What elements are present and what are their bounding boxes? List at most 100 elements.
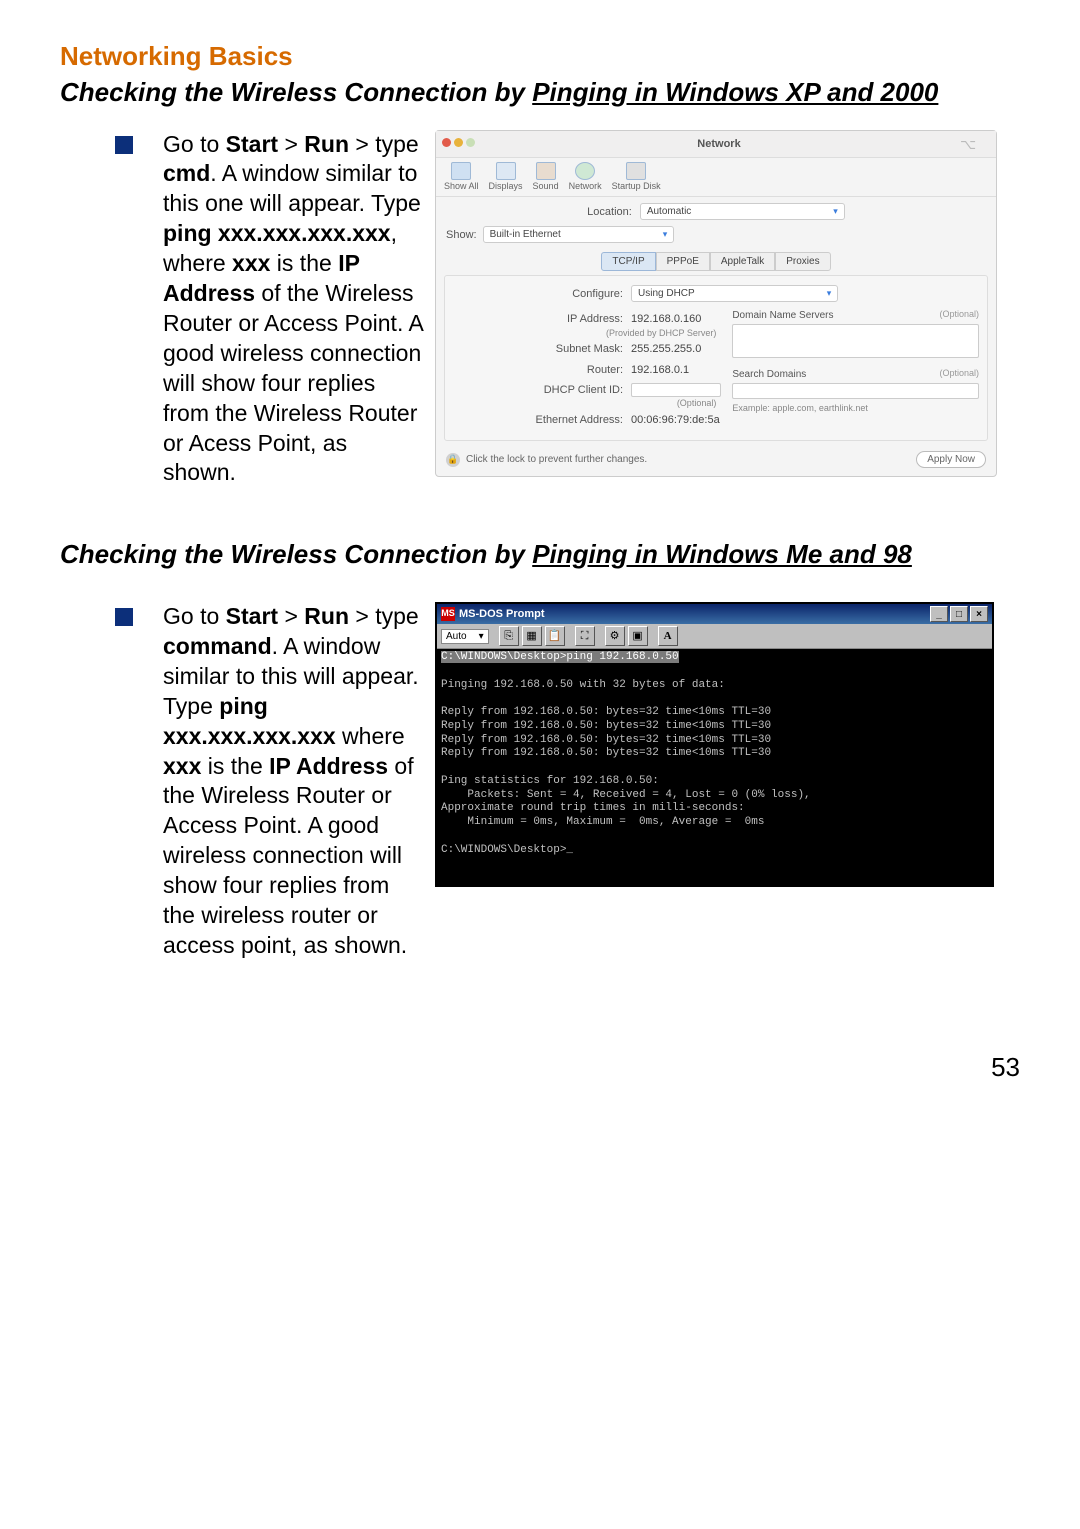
txt-bold: xxx [163, 753, 201, 779]
val: Built-in Ethernet [490, 228, 561, 241]
sound-icon[interactable]: Sound [533, 162, 559, 193]
eth-value: 00:06:96:79:de:5a [631, 413, 720, 427]
toolbar-btn[interactable]: ⚙ [605, 626, 625, 646]
network-tabs: TCP/IP PPPoE AppleTalk Proxies [436, 252, 996, 271]
router-label: Router: [453, 363, 631, 377]
l: Reply from 192.168.0.50: bytes=32 time<1… [441, 706, 771, 718]
tab-proxies[interactable]: Proxies [775, 252, 830, 271]
l: Reply from 192.168.0.50: bytes=32 time<1… [441, 747, 771, 759]
l: Reply from 192.168.0.50: bytes=32 time<1… [441, 734, 771, 746]
show-label: Show: [446, 228, 483, 242]
dns-input[interactable] [732, 324, 979, 358]
toolbar-font-button[interactable]: A [658, 626, 678, 646]
tab-pppoe[interactable]: PPPoE [656, 252, 710, 271]
window-title: Network [478, 137, 960, 151]
network-icon[interactable]: Network [569, 162, 602, 193]
configure-label: Configure: [453, 287, 631, 301]
l: C:\WINDOWS\Desktop>ping 192.168.0.50 [441, 651, 679, 663]
show-select[interactable]: Built-in Ethernet ▾ [483, 226, 675, 243]
msdos-window: MS MS-DOS Prompt _□× Auto▾ ⎘ ▦ 📋 ⛶ ⚙ ▣ A… [435, 602, 994, 887]
toolbar-btn[interactable]: ⛶ [575, 626, 595, 646]
txt: > type [349, 603, 419, 629]
mac-network-window: Network ⌥ Show All Displays Sound Networ… [435, 130, 997, 478]
tab-appletalk[interactable]: AppleTalk [710, 252, 775, 271]
search-input[interactable] [732, 383, 979, 399]
toolbar-btn[interactable]: ▣ [628, 626, 648, 646]
l: Approximate round trip times in milli-se… [441, 802, 745, 814]
bullet-icon [115, 136, 133, 154]
displays-icon[interactable]: Displays [489, 162, 523, 193]
window-buttons[interactable]: _□× [930, 606, 988, 622]
txt: type [375, 131, 418, 157]
txt: of the Wireless Router or Access Point. … [163, 753, 414, 958]
l: Ping statistics for 192.168.0.50: [441, 775, 659, 787]
msdos-icon: MS [441, 607, 455, 621]
lock-toggle[interactable]: 🔒 Click the lock to prevent further chan… [446, 453, 647, 467]
chevron-icon: ▾ [827, 288, 832, 300]
ip-sub: (Provided by DHCP Server) [453, 328, 724, 340]
txt: where [336, 723, 405, 749]
startup-icon[interactable]: Startup Disk [612, 162, 661, 193]
l: Pinging 192.168.0.50 with 32 bytes of da… [441, 679, 725, 691]
close-icon[interactable]: × [970, 606, 988, 622]
location-label: Location: [587, 205, 640, 219]
val: Automatic [647, 205, 691, 218]
txt: > [278, 131, 304, 157]
tab-tcpip[interactable]: TCP/IP [601, 252, 655, 271]
txt-bold: command [163, 633, 272, 659]
mask-value: 255.255.255.0 [631, 342, 701, 356]
dhcp-client-sub: (Optional) [453, 398, 724, 410]
txt: Go to [163, 131, 226, 157]
search-optional: (Optional) [939, 368, 979, 380]
l: Minimum = 0ms, Maximum = 0ms, Average = … [441, 816, 764, 828]
lbl: Displays [489, 181, 523, 193]
router-value: 192.168.0.1 [631, 363, 689, 377]
val: Auto [446, 630, 467, 643]
page-number: 53 [60, 1051, 1020, 1085]
apply-now-button[interactable]: Apply Now [916, 451, 986, 468]
location-select[interactable]: Automatic ▾ [640, 203, 845, 220]
toolbar-btn[interactable]: ▦ [522, 626, 542, 646]
l: Packets: Sent = 4, Received = 4, Lost = … [441, 789, 811, 801]
configure-select[interactable]: Using DHCP ▾ [631, 285, 838, 302]
dhcp-client-label: DHCP Client ID: [453, 383, 631, 397]
lbl: Network [569, 181, 602, 193]
toolbar-toggle-icon[interactable]: ⌥ [960, 135, 990, 153]
dns-label: Domain Name Servers [732, 310, 833, 321]
chevron-icon: ▾ [663, 229, 668, 241]
section-heading-1: Checking the Wireless Connection by Ping… [60, 76, 1020, 110]
dhcp-client-input[interactable] [631, 383, 721, 397]
txt-bold: Run [304, 603, 349, 629]
minimize-icon[interactable]: _ [930, 606, 948, 622]
search-label: Search Domains [732, 369, 806, 380]
txt-bold: IP Address [269, 753, 388, 779]
txt-bold: Run [304, 131, 349, 157]
txt-bold: ping xxx.xxx.xxx.xxx [163, 220, 391, 246]
maximize-icon[interactable]: □ [950, 606, 968, 622]
eth-label: Ethernet Address: [453, 413, 631, 427]
lock-text: Click the lock to prevent further change… [466, 453, 647, 466]
section1-underlined: Pinging in Windows XP and 2000 [532, 77, 938, 107]
msdos-output: C:\WINDOWS\Desktop>ping 192.168.0.50 Pin… [437, 649, 992, 885]
showall-icon[interactable]: Show All [444, 162, 479, 193]
lbl: Startup Disk [612, 181, 661, 193]
val: Using DHCP [638, 287, 695, 300]
toolbar-btn[interactable]: ⎘ [499, 626, 519, 646]
lbl: Show All [444, 181, 479, 193]
chevron-icon: ▾ [833, 206, 838, 218]
instructions-2: Go to Start > Run > type command. A wind… [163, 602, 423, 961]
dns-optional: (Optional) [939, 309, 979, 321]
section2-underlined: Pinging in Windows Me and 98 [532, 539, 912, 569]
font-select[interactable]: Auto▾ [441, 629, 489, 644]
toolbar-btn[interactable]: 📋 [545, 626, 565, 646]
page-title: Networking Basics [60, 40, 1020, 74]
instructions-1: Go to Start > Run > type cmd. A window s… [163, 130, 423, 489]
window-controls[interactable] [442, 137, 478, 151]
txt: is the [201, 753, 269, 779]
section-heading-2: Checking the Wireless Connection by Ping… [60, 538, 1020, 572]
txt-bold: Start [226, 603, 278, 629]
msdos-toolbar: Auto▾ ⎘ ▦ 📋 ⛶ ⚙ ▣ A [437, 624, 992, 649]
txt-bold: Start [226, 131, 278, 157]
txt: Go to [163, 603, 226, 629]
l: Reply from 192.168.0.50: bytes=32 time<1… [441, 720, 771, 732]
